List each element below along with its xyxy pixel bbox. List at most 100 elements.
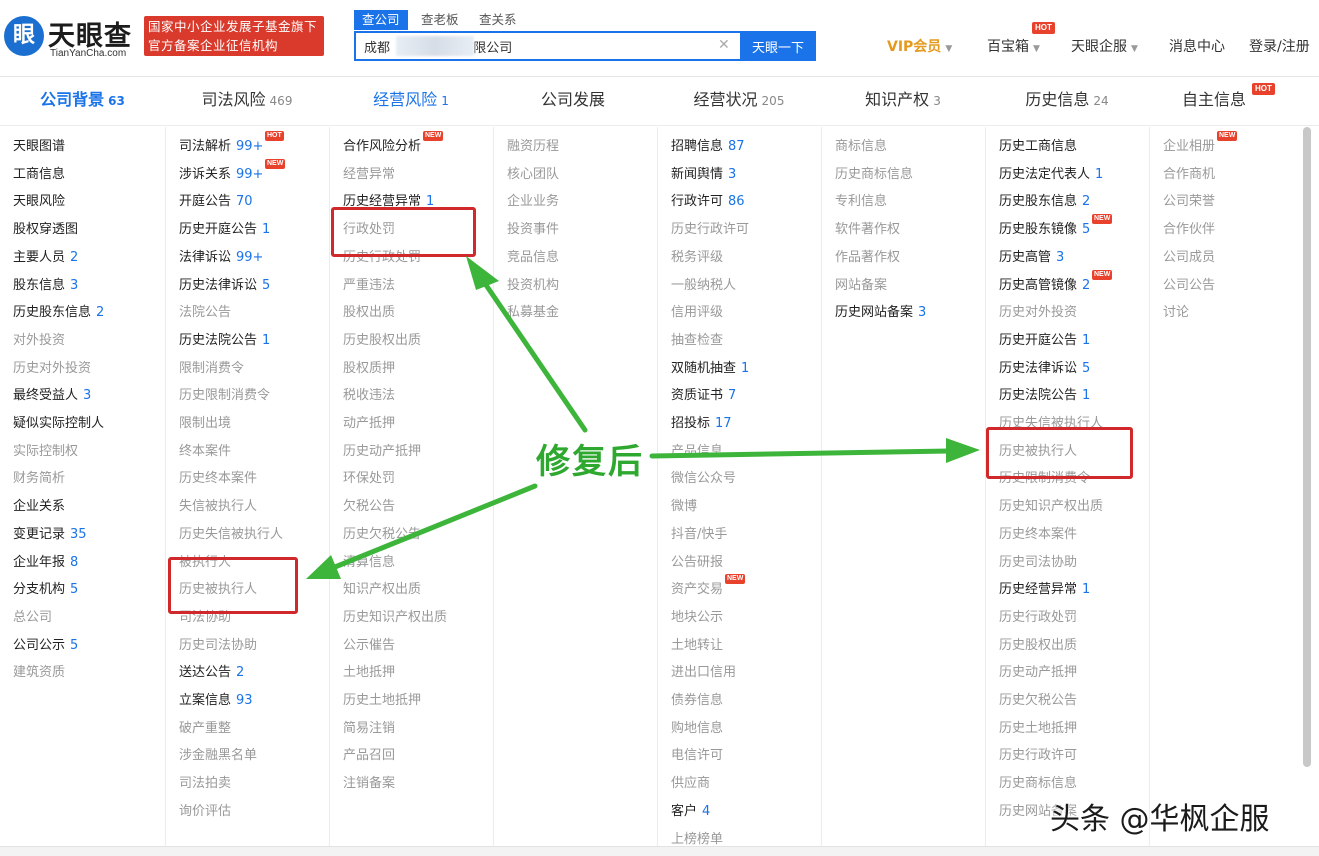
menu-item[interactable]: 历史法院公告 1 xyxy=(179,331,270,351)
menu-item[interactable]: 历史股权出质 xyxy=(999,636,1077,656)
menu-item[interactable]: 产品召回 xyxy=(343,746,395,766)
menu-item[interactable]: 历史行政处罚 xyxy=(343,248,421,268)
menu-item[interactable]: 历史商标信息 xyxy=(999,774,1077,794)
menu-item[interactable]: 土地转让 xyxy=(671,636,723,656)
clear-icon[interactable]: ✕ xyxy=(718,37,730,53)
nav-toolbox[interactable]: 百宝箱 ▼ xyxy=(987,36,1040,56)
menu-item[interactable]: 主要人员 2 xyxy=(13,248,78,268)
menu-item[interactable]: 公告研报 xyxy=(671,553,723,573)
menu-item[interactable]: 历史高管 3 xyxy=(999,248,1064,268)
menu-item[interactable]: 欠税公告 xyxy=(343,497,395,517)
menu-item[interactable]: 企业年报 8 xyxy=(13,553,78,573)
menu-item[interactable]: 历史股东信息 2 xyxy=(13,303,104,323)
menu-item[interactable]: 招投标 17 xyxy=(671,414,732,434)
menu-item[interactable]: 历史被执行人 xyxy=(179,580,257,600)
menu-item[interactable]: 债券信息 xyxy=(671,691,723,711)
menu-item[interactable]: 竞品信息 xyxy=(507,248,559,268)
menu-item[interactable]: 税务评级 xyxy=(671,248,723,268)
tab-company-background[interactable]: 公司背景 63 xyxy=(0,77,165,126)
menu-item[interactable]: 司法协助 xyxy=(179,608,231,628)
menu-item[interactable]: 工商信息 xyxy=(13,165,65,185)
menu-item[interactable]: 历史限制消费令 xyxy=(999,469,1090,489)
menu-item[interactable]: 最终受益人 3 xyxy=(13,386,91,406)
tab-intellectual-property[interactable]: 知识产权 3 xyxy=(821,77,985,126)
menu-item[interactable]: 行政许可 86 xyxy=(671,192,745,212)
search-button[interactable]: 天眼一下 xyxy=(740,31,816,61)
menu-item[interactable]: 公司公示 5 xyxy=(13,636,78,656)
menu-item[interactable]: 微信公众号 xyxy=(671,469,736,489)
menu-item[interactable]: 合作商机 xyxy=(1163,165,1215,185)
nav-enterprise-service[interactable]: 天眼企服 ▼ xyxy=(1071,36,1138,56)
nav-login[interactable]: 登录/注册 xyxy=(1249,36,1310,56)
menu-item[interactable]: 历史知识产权出质 xyxy=(999,497,1103,517)
menu-item[interactable]: 作品著作权 xyxy=(835,248,900,268)
tab-company-development[interactable]: 公司发展 xyxy=(493,77,657,126)
menu-item[interactable]: 送达公告 2 xyxy=(179,663,244,683)
menu-item[interactable]: 经营异常 xyxy=(343,165,395,185)
menu-item[interactable]: 立案信息 93 xyxy=(179,691,253,711)
menu-item[interactable]: 历史对外投资 xyxy=(13,359,91,379)
menu-item[interactable]: 资产交易 NEW xyxy=(671,574,746,600)
menu-item[interactable]: 被执行人 xyxy=(179,553,231,573)
menu-item[interactable]: 历史股权出质 xyxy=(343,331,421,351)
menu-item[interactable]: 总公司 xyxy=(13,608,52,628)
menu-item[interactable]: 历史工商信息 xyxy=(999,137,1077,157)
menu-item[interactable]: 历史终本案件 xyxy=(179,469,257,489)
menu-item[interactable]: 公司公告 xyxy=(1163,276,1215,296)
menu-item[interactable]: 客户 4 xyxy=(671,802,710,822)
menu-item[interactable]: 软件著作权 xyxy=(835,220,900,240)
menu-item[interactable]: 合作伙伴 xyxy=(1163,220,1215,240)
menu-item[interactable]: 环保处罚 xyxy=(343,469,395,489)
menu-item[interactable]: 讨论 xyxy=(1163,303,1189,323)
menu-item[interactable]: 知识产权出质 xyxy=(343,580,421,600)
menu-item[interactable]: 历史股东信息 2 xyxy=(999,192,1090,212)
menu-item[interactable]: 进出口信用 xyxy=(671,663,736,683)
menu-item[interactable]: 历史法定代表人 1 xyxy=(999,165,1103,185)
menu-item[interactable]: 历史土地抵押 xyxy=(999,719,1077,739)
menu-item[interactable]: 法院公告 xyxy=(179,303,231,323)
menu-item[interactable]: 清算信息 xyxy=(343,553,395,573)
menu-item[interactable]: 双随机抽查 1 xyxy=(671,359,749,379)
menu-item[interactable]: 历史开庭公告 1 xyxy=(999,331,1090,351)
menu-item[interactable]: 融资历程 xyxy=(507,137,559,157)
menu-item[interactable]: 税收违法 xyxy=(343,386,395,406)
menu-item[interactable]: 历史法律诉讼 5 xyxy=(999,359,1090,379)
tab-history-info[interactable]: 历史信息 24 xyxy=(985,77,1149,126)
menu-item[interactable]: 历史行政许可 xyxy=(671,220,749,240)
menu-item[interactable]: 投资机构 xyxy=(507,276,559,296)
menu-item[interactable]: 财务简析 xyxy=(13,469,65,489)
menu-item[interactable]: 司法拍卖 xyxy=(179,774,231,794)
menu-item[interactable]: 历史商标信息 xyxy=(835,165,913,185)
menu-item[interactable]: 历史经营异常 1 xyxy=(999,580,1090,600)
site-logo[interactable]: 眼 天眼查 TianYanCha.com xyxy=(4,14,132,62)
menu-item[interactable]: 终本案件 xyxy=(179,442,231,462)
menu-item[interactable]: 核心团队 xyxy=(507,165,559,185)
menu-item[interactable]: 历史高管镜像 2 NEW xyxy=(999,269,1113,296)
menu-item[interactable]: 购地信息 xyxy=(671,719,723,739)
menu-item[interactable]: 历史网站备案 3 xyxy=(835,303,926,323)
menu-item[interactable]: 历史限制消费令 xyxy=(179,386,270,406)
menu-item[interactable]: 招聘信息 87 xyxy=(671,137,745,157)
menu-item[interactable]: 分支机构 5 xyxy=(13,580,78,600)
menu-item[interactable]: 微博 xyxy=(671,497,697,517)
menu-item[interactable]: 股权穿透图 xyxy=(13,220,78,240)
menu-item[interactable]: 历史司法协助 xyxy=(179,636,257,656)
menu-item[interactable]: 疑似实际控制人 xyxy=(13,414,104,434)
menu-item[interactable]: 历史司法协助 xyxy=(999,553,1077,573)
menu-item[interactable]: 股权出质 xyxy=(343,303,395,323)
menu-item[interactable]: 询价评估 xyxy=(179,802,231,822)
menu-item[interactable]: 网站备案 xyxy=(835,276,887,296)
menu-item[interactable]: 私募基金 xyxy=(507,303,559,323)
menu-item[interactable]: 破产重整 xyxy=(179,719,231,739)
menu-item[interactable]: 历史动产抵押 xyxy=(999,663,1077,683)
tab-search-boss[interactable]: 查老板 xyxy=(421,10,459,30)
menu-item[interactable]: 简易注销 xyxy=(343,719,395,739)
menu-item[interactable]: 股权质押 xyxy=(343,359,395,379)
menu-item[interactable]: 历史开庭公告 1 xyxy=(179,220,270,240)
menu-item[interactable]: 抽查检查 xyxy=(671,331,723,351)
menu-item[interactable]: 公司荣誉 xyxy=(1163,192,1215,212)
menu-item[interactable]: 法律诉讼 99+ xyxy=(179,248,263,268)
menu-item[interactable]: 建筑资质 xyxy=(13,663,65,683)
menu-item[interactable]: 公司成员 xyxy=(1163,248,1215,268)
menu-item[interactable]: 历史土地抵押 xyxy=(343,691,421,711)
